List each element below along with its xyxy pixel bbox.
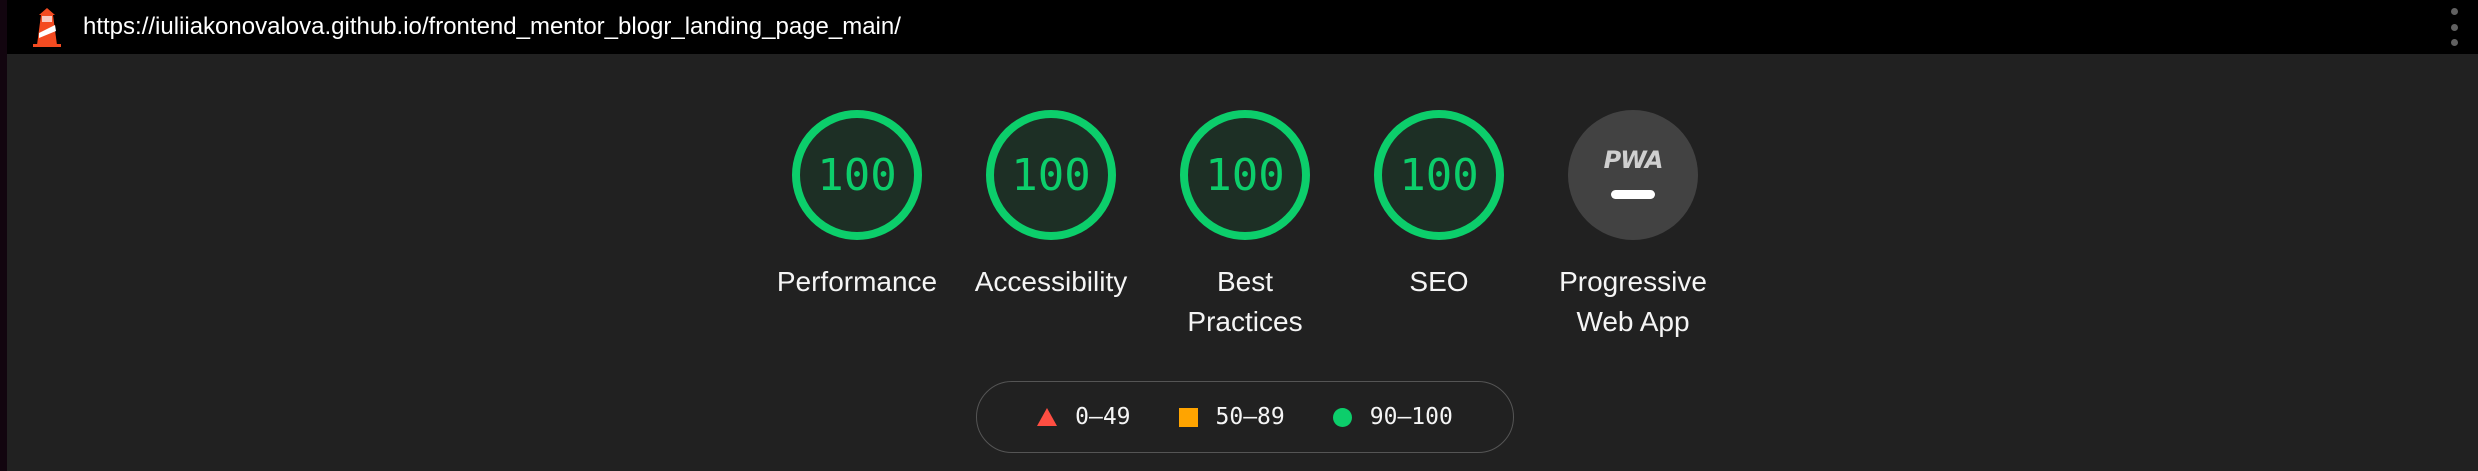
lighthouse-icon (33, 8, 61, 47)
score-legend: 0–49 50–89 90–100 (976, 381, 1514, 453)
pwa-badge: PWA (1568, 110, 1698, 240)
report-url[interactable]: https://iuliiakonovalova.github.io/front… (83, 13, 901, 41)
gauge-label: Best Practices (1187, 266, 1303, 337)
score-ring: 100 (1180, 110, 1310, 240)
fail-triangle-icon (1037, 408, 1058, 426)
gauge-performance[interactable]: 100 Performance (757, 110, 957, 302)
legend-item-pass: 90–100 (1332, 404, 1453, 430)
gauge-pwa[interactable]: PWA Progressive Web App (1533, 110, 1733, 342)
pass-circle-icon (1332, 407, 1352, 427)
gauge-label: SEO (1409, 266, 1469, 297)
score-value: 100 (817, 149, 897, 201)
legend-item-average: 50–89 (1178, 404, 1285, 430)
report-topbar: https://iuliiakonovalova.github.io/front… (7, 0, 2478, 54)
pwa-logo-text: PWA (1603, 145, 1664, 174)
legend-item-fail: 0–49 (1037, 404, 1131, 430)
legend-range: 50–89 (1215, 404, 1285, 430)
score-ring: 100 (986, 110, 1116, 240)
gauge-accessibility[interactable]: 100 Accessibility (951, 110, 1151, 302)
gauge-label: Progressive Web App (1559, 266, 1707, 337)
pwa-dash-icon (1611, 189, 1655, 199)
average-square-icon (1178, 407, 1198, 427)
gauge-best-practices[interactable]: 100 Best Practices (1145, 110, 1345, 342)
score-value: 100 (1399, 149, 1479, 201)
score-ring: 100 (1374, 110, 1504, 240)
score-gauges: 100 Performance 100 Accessibility 100 Be… (0, 110, 2478, 350)
kebab-menu-icon[interactable] (2442, 8, 2466, 46)
legend-range: 0–49 (1075, 404, 1131, 430)
score-value: 100 (1205, 149, 1285, 201)
legend-range: 90–100 (1369, 404, 1453, 430)
score-ring: 100 (792, 110, 922, 240)
score-value: 100 (1011, 149, 1091, 201)
gauge-label: Performance (776, 266, 938, 297)
gauge-seo[interactable]: 100 SEO (1339, 110, 1539, 302)
gauge-label: Accessibility (974, 266, 1128, 297)
